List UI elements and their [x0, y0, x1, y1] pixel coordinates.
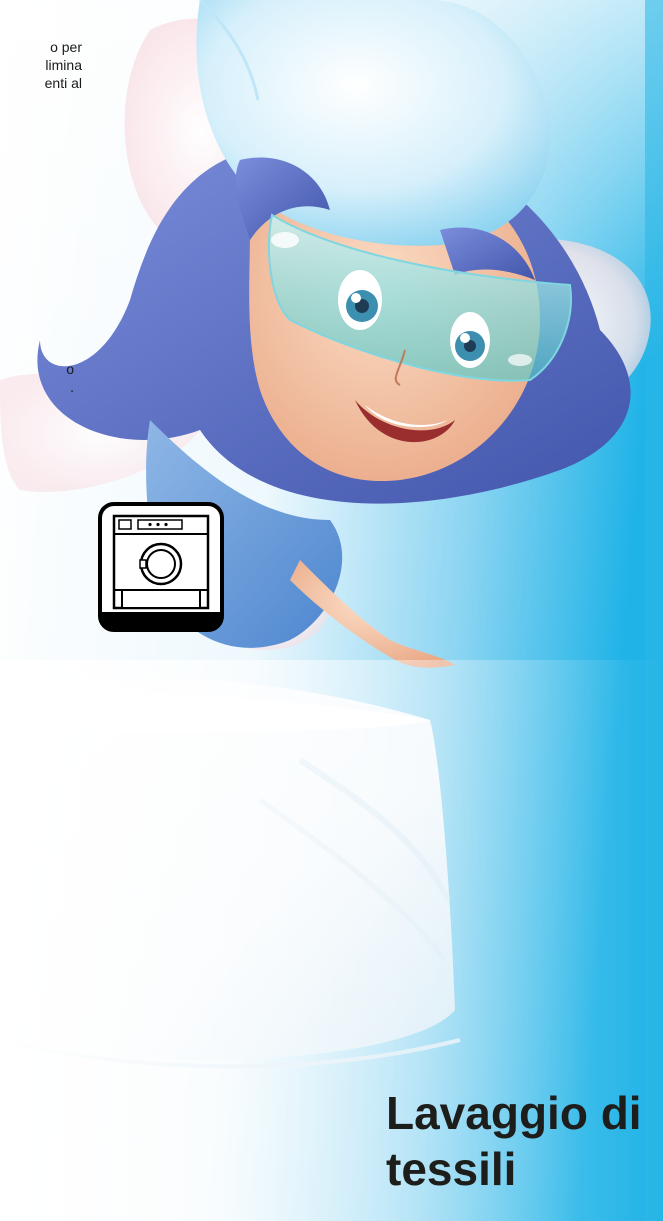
- title-line-1: Lavaggio di: [386, 1087, 642, 1139]
- washing-machine-icon: [98, 502, 224, 632]
- partial-line: .: [70, 379, 74, 395]
- page-title: Lavaggio di tessili: [386, 1085, 642, 1197]
- title-line-2: tessili: [386, 1143, 517, 1195]
- partial-line: o per: [50, 39, 82, 55]
- partial-line: enti al: [44, 75, 82, 91]
- page: o per limina enti al o . Lavaggio di tes…: [0, 0, 663, 1221]
- partial-text-top: o per limina enti al: [0, 38, 82, 92]
- partial-line: limina: [45, 57, 82, 73]
- partial-text-middle: o .: [0, 360, 74, 396]
- partial-line: o: [66, 361, 74, 377]
